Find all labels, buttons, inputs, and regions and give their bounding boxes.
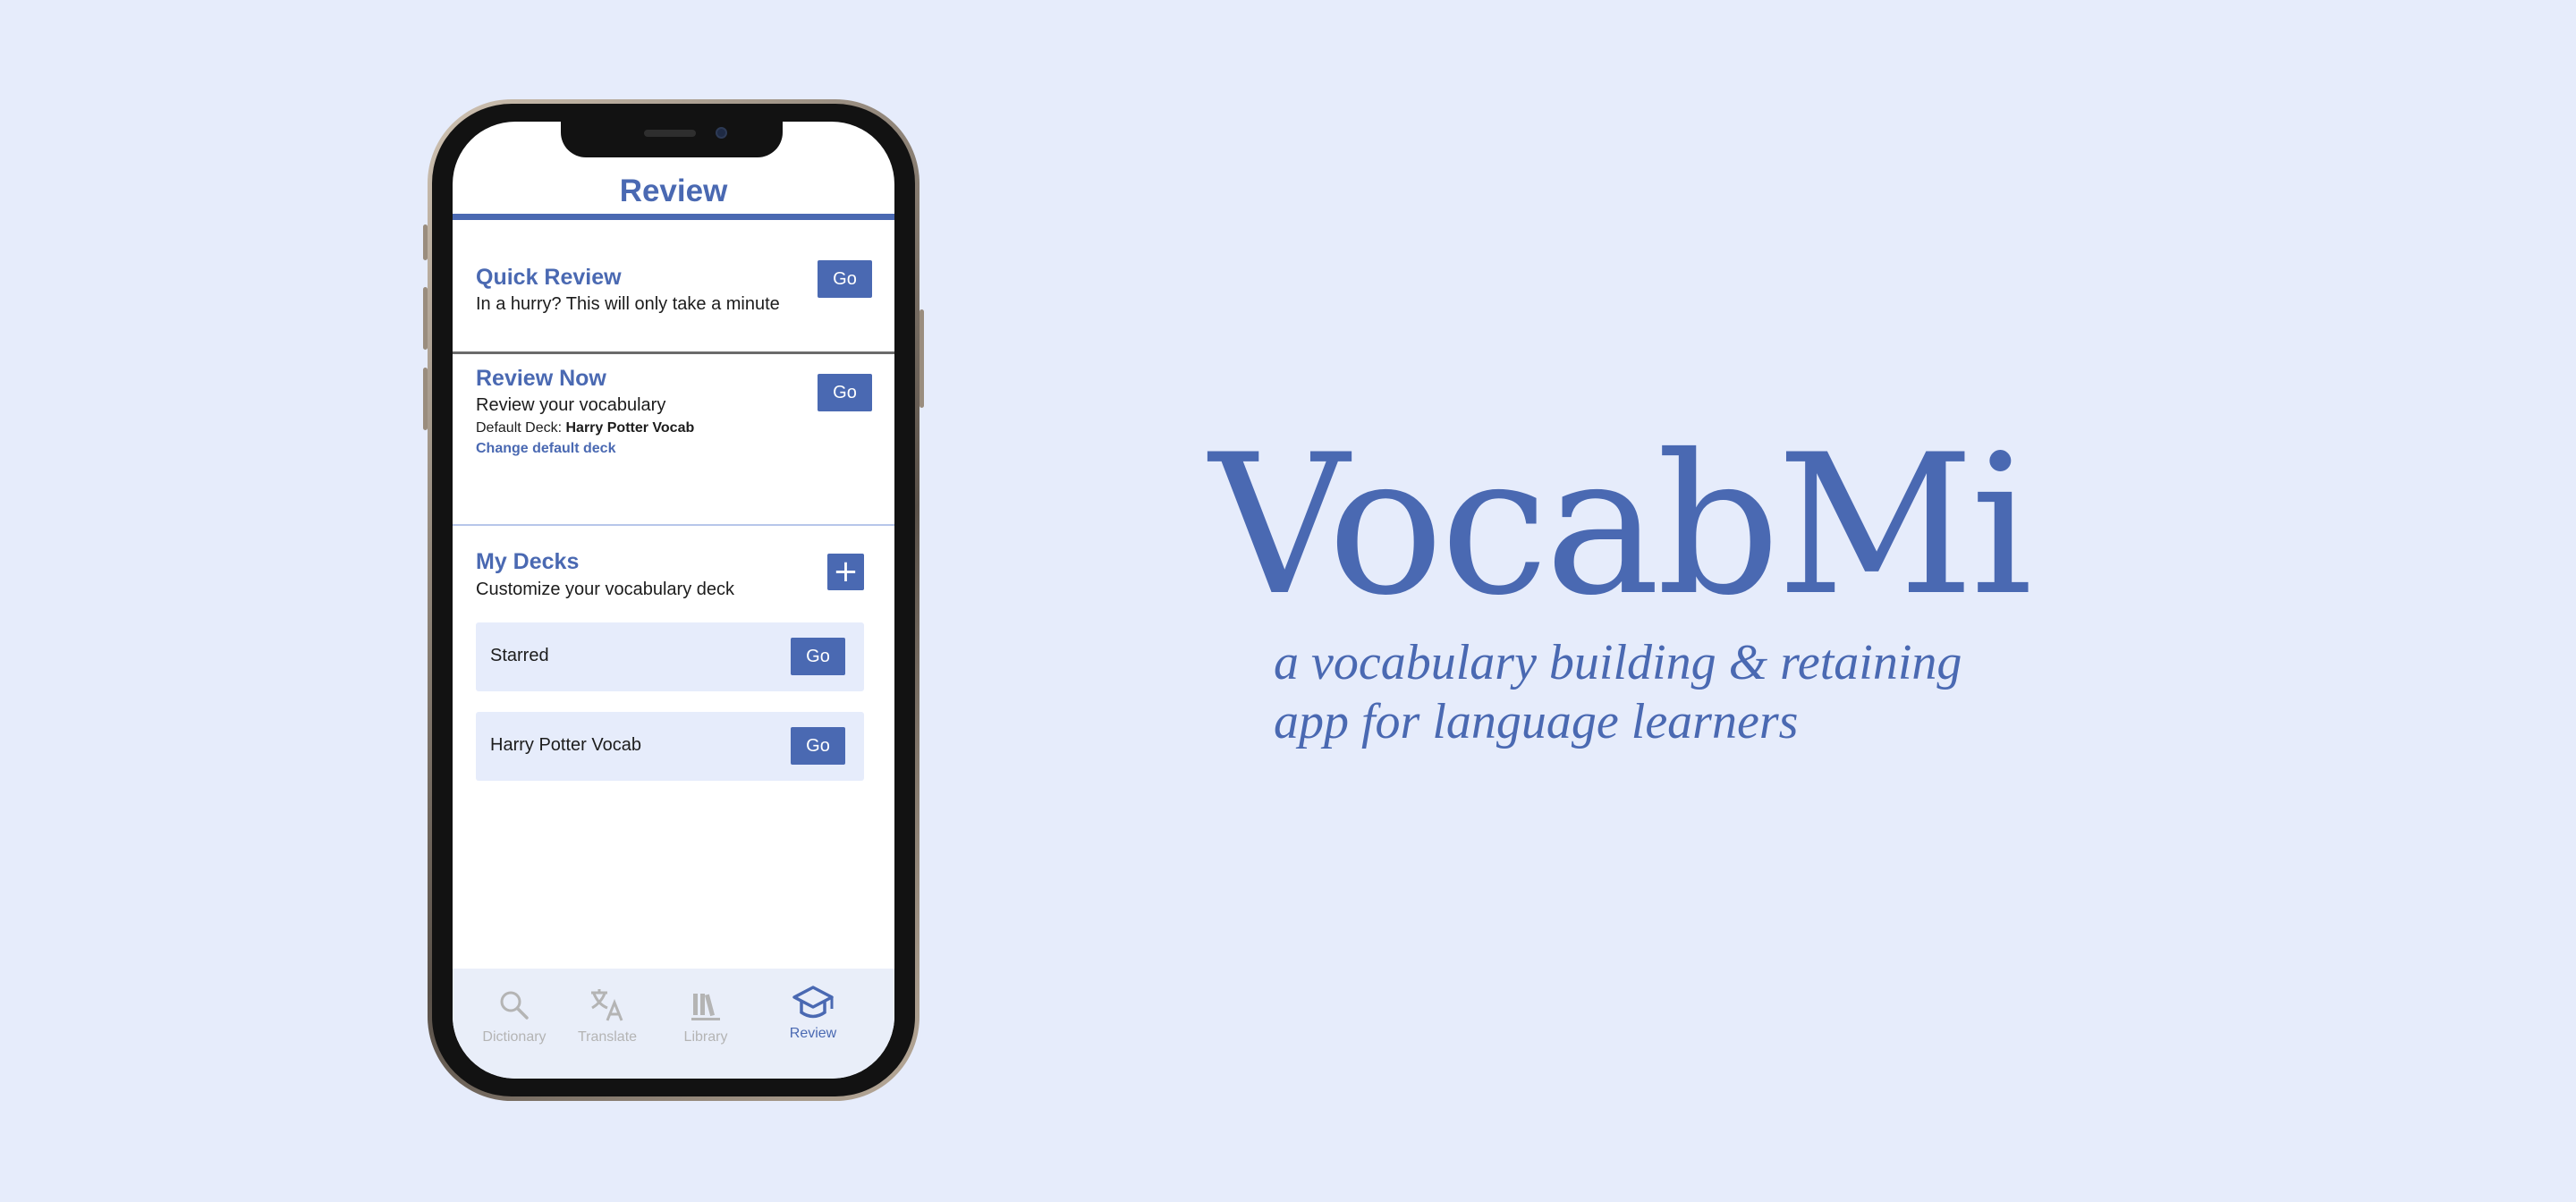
search-icon <box>500 991 529 1020</box>
tab-label: Library <box>683 1029 728 1045</box>
deck-item-starred[interactable]: Starred Go <box>476 622 864 691</box>
quick-review-go-button[interactable]: Go <box>818 260 872 298</box>
phone-mockup: Review Quick Review In a hurry? This wil… <box>423 99 924 1101</box>
deck-name: Harry Potter Vocab <box>490 735 641 755</box>
review-now-go-button[interactable]: Go <box>818 374 872 411</box>
quick-review-title: Quick Review <box>476 265 622 290</box>
deck-go-button[interactable]: Go <box>791 638 845 675</box>
section-divider <box>453 524 894 526</box>
change-default-deck-link[interactable]: Change default deck <box>476 441 615 457</box>
app-header: Review <box>453 168 894 220</box>
add-deck-button[interactable]: + <box>827 554 864 590</box>
translate-icon <box>591 989 623 1021</box>
review-now-description: Review your vocabulary <box>476 395 666 415</box>
default-deck-value: Harry Potter Vocab <box>565 420 695 436</box>
page-title: Review <box>619 174 728 208</box>
default-deck-label: Default Deck: <box>476 420 563 436</box>
tab-label: Translate <box>577 1029 638 1045</box>
notch <box>561 122 783 157</box>
volume-down-button <box>423 368 428 430</box>
tab-label: Dictionary <box>482 1029 547 1045</box>
tab-review[interactable]: Review <box>764 985 862 1042</box>
graduation-cap-icon <box>792 986 834 1019</box>
tab-dictionary[interactable]: Dictionary <box>465 988 564 1045</box>
mute-switch <box>423 224 428 260</box>
my-decks-description: Customize your vocabulary deck <box>476 580 735 599</box>
deck-go-button[interactable]: Go <box>791 727 845 765</box>
default-deck-info: Default Deck: Harry Potter Vocab <box>476 420 694 436</box>
plus-icon: + <box>833 554 859 589</box>
phone-screen: Review Quick Review In a hurry? This wil… <box>453 122 894 1079</box>
tagline-line-2: app for language learners <box>1274 694 1799 749</box>
tagline: a vocabulary building & retaining app fo… <box>1274 633 2043 751</box>
camera-icon <box>716 127 727 139</box>
tab-library[interactable]: Library <box>657 988 755 1045</box>
brand-logo-text: VocabMi <box>1209 413 2032 638</box>
deck-name: Starred <box>490 646 549 665</box>
section-divider <box>453 351 894 354</box>
bottom-tab-bar: Dictionary Translate Library Review <box>453 969 894 1079</box>
library-icon <box>691 994 720 1020</box>
speaker <box>644 130 696 137</box>
quick-review-description: In a hurry? This will only take a minute <box>476 294 780 314</box>
phone-bezel: Review Quick Review In a hurry? This wil… <box>432 104 915 1096</box>
review-now-title: Review Now <box>476 366 606 391</box>
tab-translate[interactable]: Translate <box>558 988 657 1045</box>
power-button <box>919 309 924 408</box>
volume-up-button <box>423 287 428 350</box>
tagline-line-1: a vocabulary building & retaining <box>1274 635 1962 690</box>
my-decks-title: My Decks <box>476 549 580 574</box>
tab-label: Review <box>789 1026 837 1041</box>
deck-item-harry-potter[interactable]: Harry Potter Vocab Go <box>476 712 864 781</box>
